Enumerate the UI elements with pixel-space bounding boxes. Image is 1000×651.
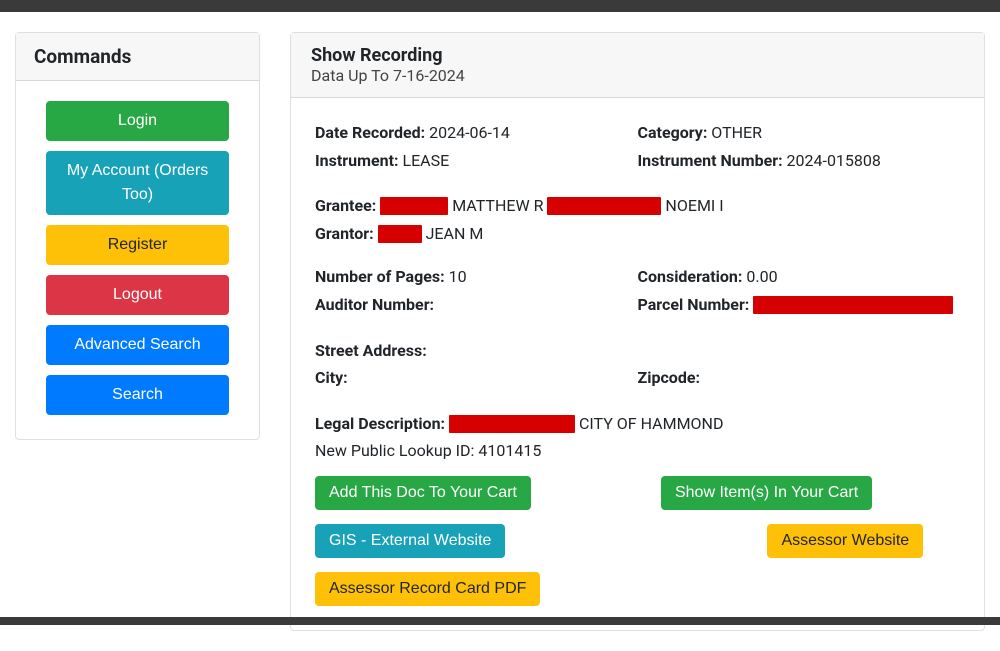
login-button[interactable]: Login (46, 101, 229, 141)
grantor-label: Grantor: (315, 224, 374, 243)
zipcode-label: Zipcode: (638, 368, 700, 387)
my-account-button[interactable]: My Account (Orders Too) (46, 151, 229, 215)
redacted-text (380, 197, 448, 215)
grantee-part2: NOEMI I (665, 196, 723, 215)
logout-button[interactable]: Logout (46, 275, 229, 315)
action-row-2: GIS - External Website Assessor Website (315, 524, 960, 558)
redacted-text (378, 225, 422, 243)
date-recorded-label: Date Recorded: (315, 123, 425, 142)
lookup-id-label: New Public Lookup ID: (315, 441, 474, 460)
grantee-label: Grantee: (315, 196, 376, 215)
block-address: Street Address: City: Zipcode: (315, 338, 960, 393)
commands-panel: Commands Login My Account (Orders Too) R… (15, 32, 260, 440)
commands-body: Login My Account (Orders Too) Register L… (16, 81, 259, 439)
block-parties: Grantee: MATTHEW R NOEMI I Grantor: JEAN… (315, 193, 960, 246)
parcel-number-label: Parcel Number: (638, 295, 750, 314)
recording-title: Show Recording (311, 45, 964, 66)
advanced-search-button[interactable]: Advanced Search (46, 325, 229, 365)
instrument-value: LEASE (402, 151, 449, 170)
action-row-1: Add This Doc To Your Cart Show Item(s) I… (315, 476, 960, 510)
instrument-number-value: 2024-015808 (787, 151, 881, 170)
street-address-label: Street Address: (315, 341, 427, 360)
recording-header: Show Recording Data Up To 7-16-2024 (291, 33, 984, 98)
auditor-number-label: Auditor Number: (315, 295, 434, 314)
redacted-text (547, 197, 661, 215)
grantee-part1: MATTHEW R (452, 196, 543, 215)
add-to-cart-button[interactable]: Add This Doc To Your Cart (315, 476, 531, 510)
bottom-bar (0, 617, 1000, 625)
recording-panel: Show Recording Data Up To 7-16-2024 Date… (290, 32, 985, 631)
recording-subtitle: Data Up To 7-16-2024 (311, 66, 964, 85)
block-basic: Date Recorded: 2024-06-14 Instrument: LE… (315, 120, 960, 175)
search-button[interactable]: Search (46, 375, 229, 415)
top-bar (0, 0, 1000, 12)
legal-description-tail: CITY OF HAMMOND (579, 414, 723, 433)
num-pages-value: 10 (449, 267, 467, 286)
date-recorded-value: 2024-06-14 (429, 123, 510, 142)
commands-title: Commands (16, 33, 259, 81)
register-button[interactable]: Register (46, 225, 229, 265)
legal-description-label: Legal Description: (315, 414, 445, 433)
instrument-number-label: Instrument Number: (638, 151, 783, 170)
category-label: Category: (638, 123, 708, 142)
action-row-3: Assessor Record Card PDF (315, 572, 960, 606)
block-details: Number of Pages: 10 Auditor Number: Cons… (315, 264, 960, 319)
page-container: Commands Login My Account (Orders Too) R… (0, 12, 1000, 651)
block-legal: Legal Description: CITY OF HAMMOND New P… (315, 411, 960, 464)
show-cart-button[interactable]: Show Item(s) In Your Cart (661, 476, 872, 510)
num-pages-label: Number of Pages: (315, 267, 445, 286)
consideration-label: Consideration: (638, 267, 743, 286)
gis-website-button[interactable]: GIS - External Website (315, 524, 505, 558)
city-label: City: (315, 368, 348, 387)
category-value: OTHER (711, 123, 762, 142)
lookup-id-value: 4101415 (478, 441, 541, 460)
consideration-value: 0.00 (746, 267, 777, 286)
assessor-pdf-button[interactable]: Assessor Record Card PDF (315, 572, 540, 606)
redacted-text (753, 296, 953, 314)
redacted-text (449, 415, 575, 433)
instrument-label: Instrument: (315, 151, 399, 170)
grantor-part1: JEAN M (426, 224, 484, 243)
assessor-website-button[interactable]: Assessor Website (767, 524, 923, 558)
recording-body: Date Recorded: 2024-06-14 Instrument: LE… (291, 98, 984, 630)
